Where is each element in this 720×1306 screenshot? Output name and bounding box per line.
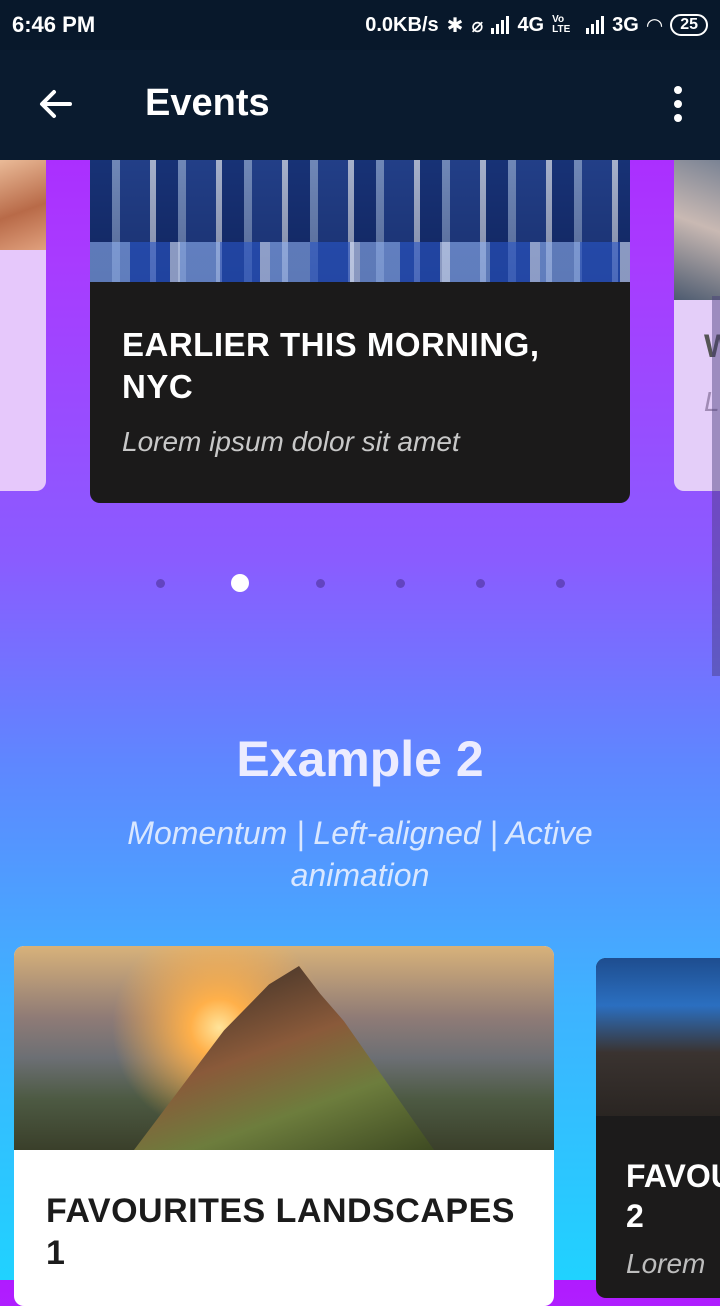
network-speed: 0.0KB/s <box>365 13 439 36</box>
status-time: 6:46 PM <box>12 12 96 37</box>
battery-icon: 25 <box>670 14 708 36</box>
section-title: Example 2 <box>236 731 484 787</box>
carousel2-card-active[interactable]: FAVOURITES LANDSCAPES 1 <box>14 946 554 1306</box>
volte-icon: Vo LTE <box>552 14 571 35</box>
pagination-dot[interactable] <box>476 579 485 588</box>
carousel2-card-right[interactable]: FAVOU 2 Lorem <box>596 958 720 1298</box>
pagination-dot[interactable] <box>556 579 565 588</box>
card-title-fragment: FAVOU 2 <box>626 1158 720 1234</box>
back-arrow-icon[interactable] <box>36 84 76 124</box>
network-type-1: 4G <box>517 13 545 36</box>
bluetooth-icon: ✱ <box>446 14 464 37</box>
carousel-pagination <box>0 572 720 596</box>
card-title: EARLIER THIS MORNING, NYC <box>122 326 540 405</box>
pagination-dot[interactable] <box>316 579 325 588</box>
card-subtitle: Lorem ipsum dolor sit amet <box>122 426 460 457</box>
page-title: Events <box>145 82 270 124</box>
wifi-icon: ◠ <box>646 14 663 37</box>
signal-icon-2 <box>586 16 605 34</box>
card-image <box>596 958 720 1116</box>
card-title: FAVOURITES LANDSCAPES 1 <box>46 1192 515 1272</box>
signal-icon <box>491 16 510 34</box>
card-subtitle-fragment: Lorem <box>626 1248 706 1279</box>
card-image-mountain <box>14 946 554 1150</box>
section-subtitle: Momentum | Left-aligned | Active animati… <box>127 815 593 893</box>
pagination-dot-active[interactable] <box>231 574 249 592</box>
app-bar: Events <box>0 50 720 160</box>
status-icons: 0.0KB/s ✱ ⌀ 4G Vo LTE 3G ◠ 25 <box>365 0 708 50</box>
card-image <box>0 160 46 250</box>
carousel-card-left[interactable]: C <box>0 160 46 491</box>
more-options-icon[interactable] <box>668 86 688 122</box>
card-image <box>674 160 720 300</box>
pagination-dot[interactable] <box>396 579 405 588</box>
scroll-indicator <box>712 296 720 676</box>
status-bar: 6:46 PM 0.0KB/s ✱ ⌀ 4G Vo LTE 3G ◠ 25 <box>0 0 720 50</box>
carousel-card-active[interactable]: EARLIER THIS MORNING, NYC Lorem ipsum do… <box>90 160 630 503</box>
card-image-city <box>90 160 630 282</box>
network-type-2: 3G <box>612 13 639 36</box>
mute-icon: ⌀ <box>471 14 484 37</box>
pagination-dot[interactable] <box>156 579 165 588</box>
